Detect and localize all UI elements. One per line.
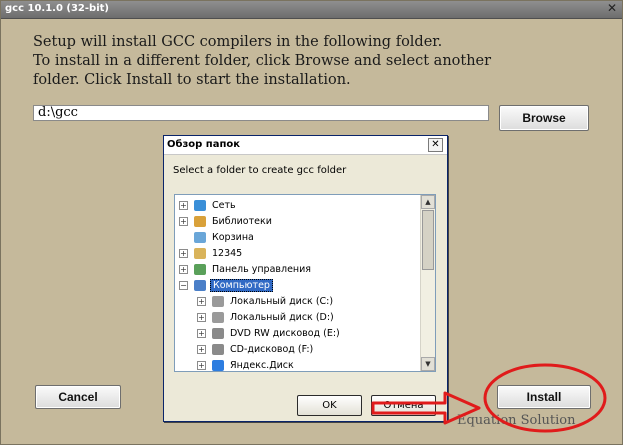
tree-item[interactable]: + Сеть: [179, 197, 238, 213]
tree-item[interactable]: + Библиотеки: [179, 213, 274, 229]
recycle-bin-icon: [194, 231, 206, 243]
folder-tree[interactable]: + Сеть + Библиотеки Корзина +12345 + Панель упр…: [174, 194, 436, 372]
expand-icon[interactable]: +: [197, 344, 206, 354]
close-icon[interactable]: ✕: [605, 2, 619, 15]
expand-icon[interactable]: +: [179, 248, 188, 258]
scroll-down-icon[interactable]: ▼: [421, 357, 435, 371]
install-path-input[interactable]: [33, 105, 489, 121]
tree-item-label: Сеть: [212, 199, 236, 211]
setup-instructions: Setup will install GCC compilers in the …: [33, 33, 553, 90]
tree-item-label: Локальный диск (C:): [230, 295, 334, 307]
tree-item-label: Локальный диск (D:): [230, 311, 334, 323]
installer-window: gcc 10.1.0 (32-bit) ✕ Setup will install…: [0, 0, 623, 445]
tree-item-label: Корзина: [212, 231, 254, 243]
libraries-icon: [194, 215, 206, 227]
dvd-drive-icon: [212, 327, 224, 339]
expand-icon[interactable]: +: [197, 360, 206, 370]
dialog-close-icon[interactable]: ✕: [428, 138, 443, 152]
computer-icon: [194, 279, 206, 291]
dialog-title-bar: Обзор папок ✕: [164, 136, 447, 155]
tree-item[interactable]: + Локальный диск (C:): [197, 293, 335, 309]
ok-button[interactable]: OK: [297, 395, 362, 416]
tree-item[interactable]: + Локальный диск (D:): [197, 309, 336, 325]
control-panel-icon: [194, 263, 206, 275]
tree-item[interactable]: − Компьютер: [179, 277, 273, 293]
dialog-instruction: Select a folder to create gcc folder: [173, 165, 347, 176]
vendor-watermark: Equation Solution: [457, 413, 576, 428]
tree-item-label: DVD RW дисковод (E:): [230, 327, 340, 339]
tree-item[interactable]: + DVD RW дисковод (E:): [197, 325, 342, 341]
tree-item-label: Яндекс.Диск: [230, 359, 294, 371]
drive-icon: [212, 311, 224, 323]
tree-item[interactable]: +12345: [179, 245, 244, 261]
scroll-up-icon[interactable]: ▲: [421, 195, 435, 209]
install-button[interactable]: Install: [497, 385, 591, 409]
drive-icon: [212, 295, 224, 307]
browse-button[interactable]: Browse: [499, 105, 589, 131]
window-title: gcc 10.1.0 (32-bit): [5, 3, 109, 14]
browse-folder-dialog: Обзор папок ✕ Select a folder to create …: [163, 135, 448, 422]
setup-line: To install in a different folder, click …: [33, 53, 492, 69]
tree-item-label: Панель управления: [212, 263, 312, 275]
expand-icon[interactable]: +: [197, 328, 206, 338]
network-icon: [194, 199, 206, 211]
cancel-button[interactable]: Cancel: [35, 385, 121, 409]
expand-icon[interactable]: +: [197, 312, 206, 322]
user-folder-icon: [194, 247, 206, 259]
collapse-icon[interactable]: −: [179, 280, 188, 290]
setup-line: folder. Click Install to start the insta…: [33, 72, 351, 88]
tree-item-label: 12345: [212, 247, 243, 259]
tree-item-label: Компьютер: [210, 278, 273, 292]
tree-item[interactable]: + Яндекс.Диск: [197, 357, 296, 371]
expand-icon[interactable]: +: [197, 296, 206, 306]
tree-item[interactable]: + Панель управления: [179, 261, 313, 277]
dialog-title: Обзор папок: [167, 139, 241, 150]
setup-line: Setup will install GCC compilers in the …: [33, 34, 443, 50]
dialog-cancel-button[interactable]: Отмена: [371, 395, 436, 416]
tree-item-label: CD-дисковод (F:): [230, 343, 314, 355]
title-bar: gcc 10.1.0 (32-bit) ✕: [1, 1, 622, 19]
scroll-thumb[interactable]: [422, 210, 434, 270]
expand-icon[interactable]: +: [179, 264, 188, 274]
tree-scrollbar[interactable]: ▲ ▼: [420, 195, 435, 371]
expand-icon[interactable]: +: [179, 200, 188, 210]
tree-item-label: Библиотеки: [212, 215, 272, 227]
expand-icon[interactable]: +: [179, 216, 188, 226]
tree-item[interactable]: Корзина: [179, 229, 256, 245]
cd-drive-icon: [212, 343, 224, 355]
tree-item[interactable]: + CD-дисковод (F:): [197, 341, 315, 357]
yandex-disk-icon: [212, 359, 224, 371]
